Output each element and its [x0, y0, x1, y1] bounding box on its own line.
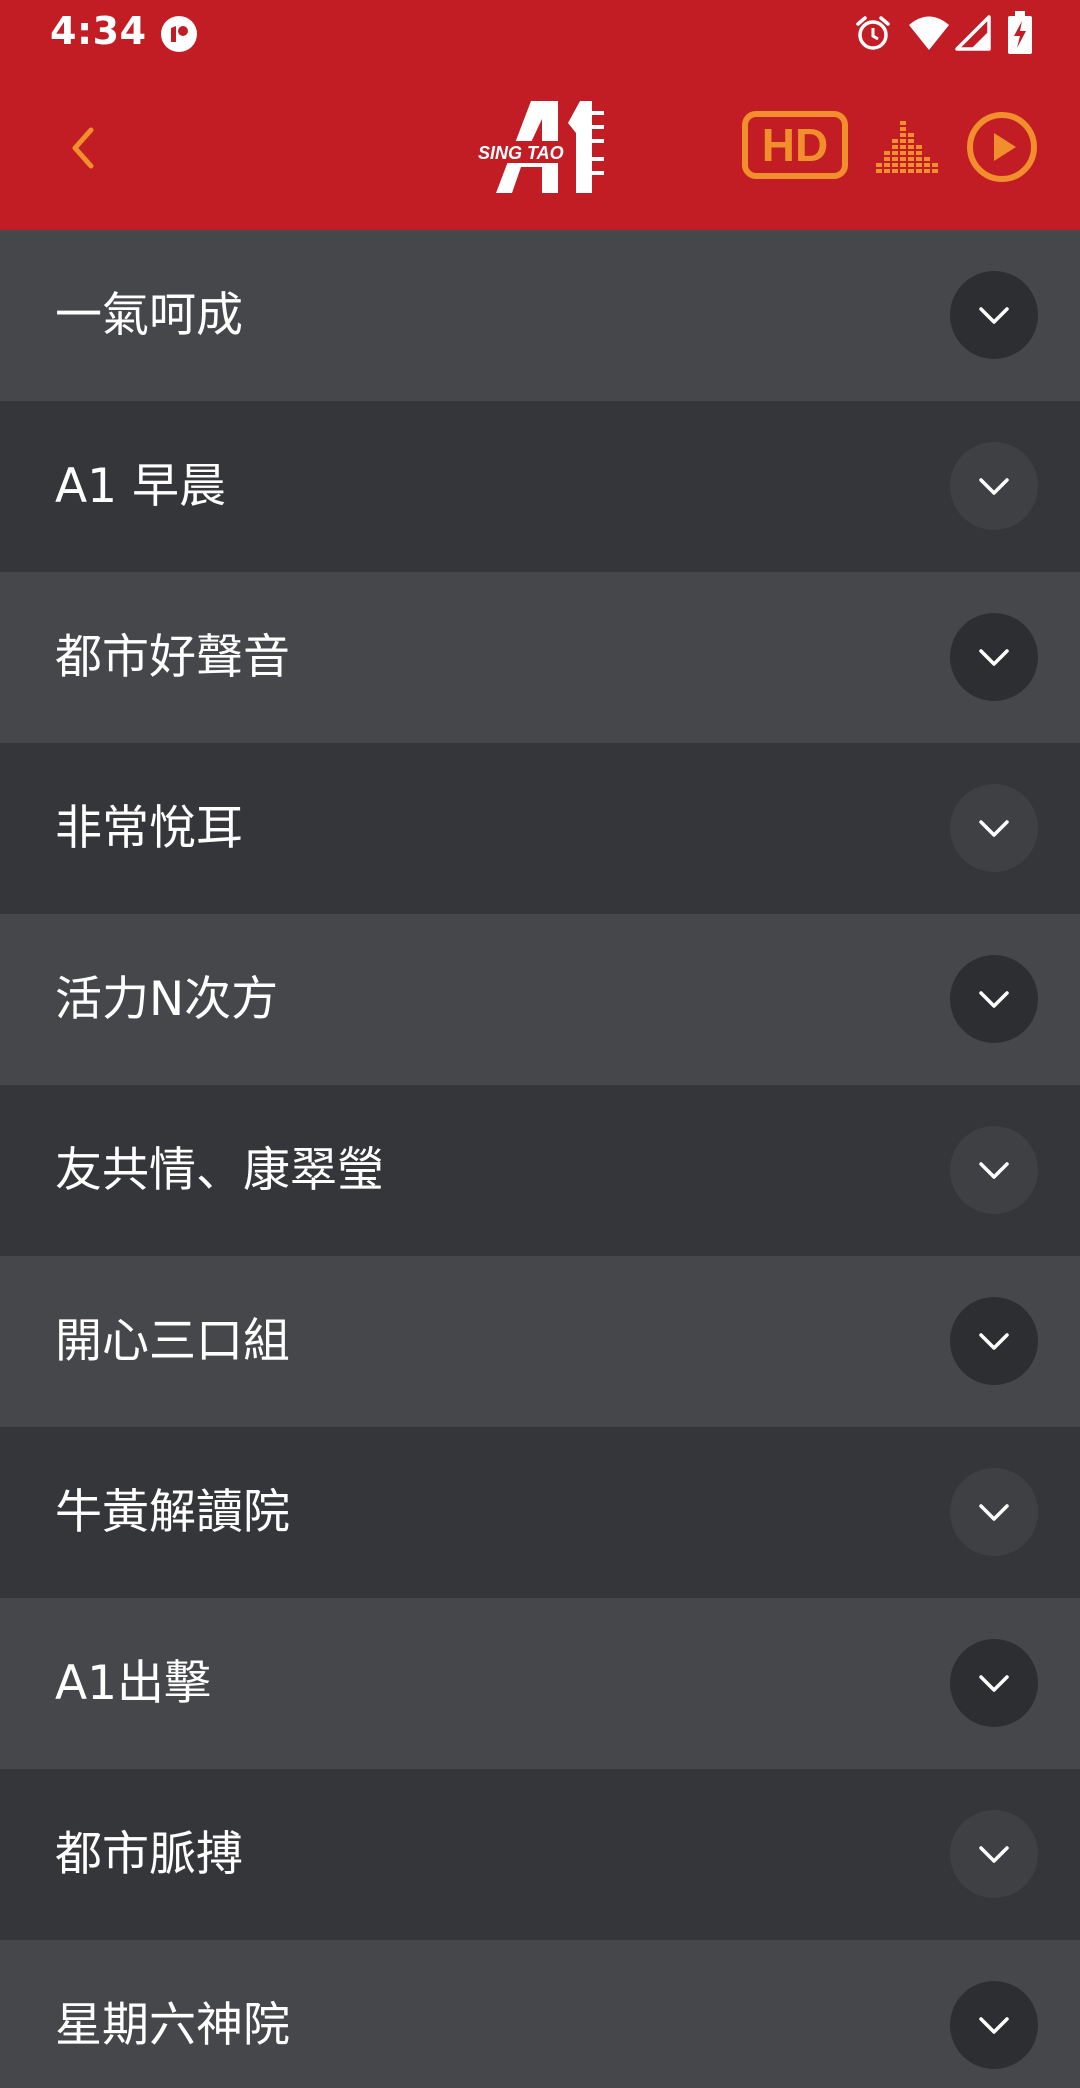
back-button[interactable] [52, 117, 114, 179]
singtao-a1-logo: SING TAO [476, 101, 606, 193]
expand-button[interactable] [950, 955, 1038, 1043]
expand-button[interactable] [950, 1639, 1038, 1727]
program-title: A1出擊 [55, 1656, 212, 1711]
hd-toggle-button[interactable]: HD [742, 111, 848, 179]
program-row[interactable]: A1 早晨 [0, 401, 1080, 572]
chevron-down-icon [979, 478, 1009, 495]
program-title: 牛黃解讀院 [55, 1485, 290, 1540]
app-notification-icon [158, 13, 200, 55]
app-toolbar: SING TAO HD [0, 67, 1080, 230]
equalizer-icon [876, 121, 938, 173]
chevron-down-icon [979, 649, 1009, 666]
program-title: 都市脈搏 [55, 1827, 243, 1882]
logo-text: SING TAO [478, 143, 564, 163]
program-row[interactable]: 星期六神院 [0, 1940, 1080, 2088]
chevron-down-icon [979, 1333, 1009, 1350]
expand-button[interactable] [950, 1297, 1038, 1385]
status-time: 4:34 [50, 9, 147, 53]
wifi-icon [908, 12, 950, 54]
chevron-down-icon [979, 307, 1009, 324]
program-row[interactable]: 一氣呵成 [0, 230, 1080, 401]
chevron-down-icon [979, 1846, 1009, 1863]
battery-charging-icon [1006, 10, 1034, 56]
signal-icon [954, 14, 992, 52]
expand-button[interactable] [950, 271, 1038, 359]
expand-button[interactable] [950, 1468, 1038, 1556]
program-title: 星期六神院 [55, 1998, 290, 2053]
top-app-bar: 4:34 SING TAO HD [0, 0, 1080, 230]
program-row[interactable]: A1出擊 [0, 1598, 1080, 1769]
program-row[interactable]: 活力N次方 [0, 914, 1080, 1085]
app-screen: 4:34 SING TAO HD 一氣呵成 A1 早晨 都市好聲音 非常悅耳 活… [0, 0, 1080, 2088]
program-row[interactable]: 開心三口組 [0, 1256, 1080, 1427]
program-row[interactable]: 友共情、康翠瑩 [0, 1085, 1080, 1256]
expand-button[interactable] [950, 1981, 1038, 2069]
program-row[interactable]: 都市脈搏 [0, 1769, 1080, 1940]
chevron-down-icon [979, 991, 1009, 1008]
program-row[interactable]: 都市好聲音 [0, 572, 1080, 743]
play-button[interactable] [966, 111, 1038, 183]
chevron-down-icon [979, 1504, 1009, 1521]
alarm-icon [852, 12, 894, 54]
chevron-down-icon [979, 1675, 1009, 1692]
program-title: 友共情、康翠瑩 [55, 1143, 384, 1198]
expand-button[interactable] [950, 1126, 1038, 1214]
chevron-left-icon [72, 127, 94, 169]
expand-button[interactable] [950, 442, 1038, 530]
expand-button[interactable] [950, 1810, 1038, 1898]
program-row[interactable]: 非常悅耳 [0, 743, 1080, 914]
chevron-down-icon [979, 2017, 1009, 2034]
program-title: 都市好聲音 [55, 630, 290, 685]
program-title: 非常悅耳 [55, 801, 243, 856]
expand-button[interactable] [950, 784, 1038, 872]
expand-button[interactable] [950, 613, 1038, 701]
chevron-down-icon [979, 1162, 1009, 1179]
program-title: 活力N次方 [55, 972, 279, 1027]
program-title: 一氣呵成 [55, 288, 243, 343]
program-title: 開心三口組 [55, 1314, 290, 1369]
program-row[interactable]: 牛黃解讀院 [0, 1427, 1080, 1598]
status-bar: 4:34 [0, 0, 1080, 67]
play-circle-icon [967, 112, 1037, 182]
chevron-down-icon [979, 820, 1009, 837]
equalizer-button[interactable] [876, 119, 938, 173]
program-list: 一氣呵成 A1 早晨都市好聲音非常悅耳活力N次方友共情、康翠瑩 開心三口組牛黃解讀院… [0, 230, 1080, 2088]
program-title: A1 早晨 [55, 459, 226, 514]
